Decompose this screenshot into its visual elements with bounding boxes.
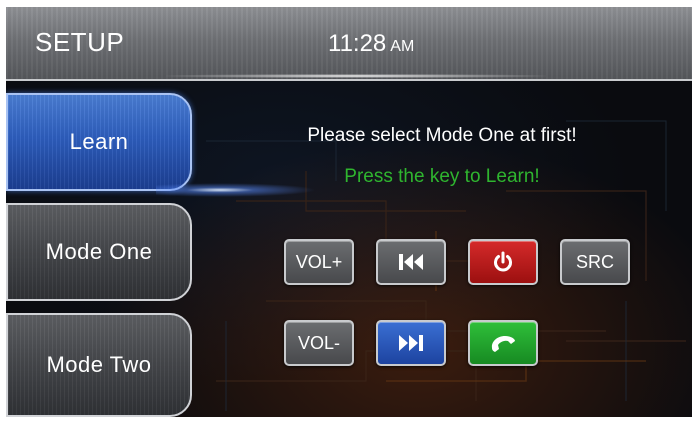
vol-up-label: VOL+ bbox=[295, 251, 343, 272]
head-unit-screen: SETUP 11:28 AM Learn Mode One Mode Two P… bbox=[6, 7, 692, 417]
previous-track-button[interactable] bbox=[376, 239, 446, 285]
source-label: SRC bbox=[575, 251, 614, 272]
clock: 11:28 AM bbox=[328, 30, 414, 58]
learn-prompt-message: Press the key to Learn! bbox=[344, 166, 540, 187]
vol-down-label: VOL- bbox=[297, 332, 340, 353]
call-button[interactable] bbox=[468, 320, 538, 366]
menu-item-mode-one-label: Mode One bbox=[45, 239, 153, 264]
menu-item-mode-two[interactable]: Mode Two bbox=[6, 313, 192, 417]
skip-next-icon bbox=[399, 335, 423, 351]
page-title: SETUP bbox=[35, 27, 125, 57]
header-bar: SETUP 11:28 AM bbox=[6, 7, 692, 81]
vol-up-button[interactable]: VOL+ bbox=[284, 239, 354, 285]
clock-ampm: AM bbox=[390, 38, 415, 55]
power-button[interactable] bbox=[468, 239, 538, 285]
power-icon bbox=[494, 251, 512, 272]
menu-item-learn[interactable]: Learn bbox=[6, 93, 192, 191]
main-area: Learn Mode One Mode Two Please select Mo… bbox=[6, 81, 692, 417]
phone-icon bbox=[491, 336, 515, 352]
menu-item-mode-two-label: Mode Two bbox=[46, 352, 152, 377]
next-track-button[interactable] bbox=[376, 320, 446, 366]
vol-down-button[interactable]: VOL- bbox=[284, 320, 354, 366]
clock-time: 11:28 bbox=[328, 30, 387, 57]
source-button[interactable]: SRC bbox=[560, 239, 630, 285]
menu-item-learn-label: Learn bbox=[69, 129, 129, 154]
skip-previous-icon bbox=[399, 254, 423, 270]
menu-item-mode-one[interactable]: Mode One bbox=[6, 203, 192, 301]
instruction-message: Please select Mode One at first! bbox=[307, 125, 577, 146]
header-glint bbox=[166, 74, 546, 78]
